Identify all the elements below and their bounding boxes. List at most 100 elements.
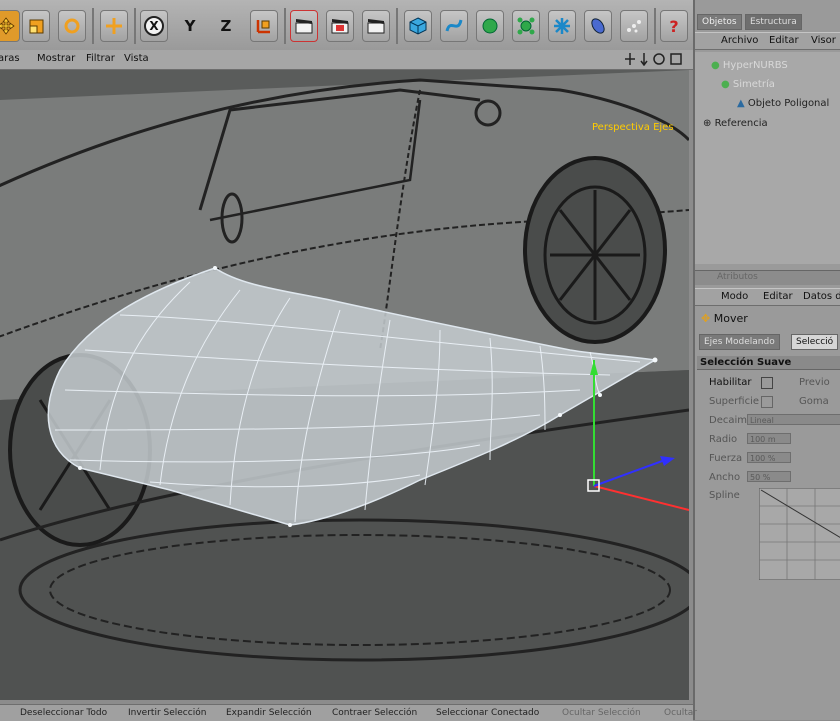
radius-input[interactable]: 100 m <box>747 433 791 444</box>
enable-checkbox[interactable] <box>761 377 773 389</box>
tree-item-reference[interactable]: ⊕ Referencia <box>703 118 768 129</box>
render-settings-button[interactable] <box>362 10 390 42</box>
rubber-label: Goma <box>799 396 829 407</box>
menu-attr-edit[interactable]: Editar <box>763 291 793 302</box>
soft-selection-section-title: Selección Suave <box>697 356 840 370</box>
cmd-deselect-all[interactable]: Deseleccionar Todo <box>20 708 107 718</box>
radius-label: Radio <box>709 434 738 445</box>
surface-checkbox[interactable] <box>761 396 773 408</box>
toolbar-separator <box>654 8 656 44</box>
attributes-menu-bar: Modo Editar Datos d <box>695 288 840 306</box>
move-tool-button[interactable] <box>0 10 20 42</box>
width-input[interactable]: 50 % <box>747 471 791 482</box>
cube-icon <box>409 17 427 35</box>
main-toolbar: X Y Z ? <box>0 0 693 51</box>
clapper-settings-icon <box>367 19 385 34</box>
menu-file[interactable]: Archivo <box>721 35 758 46</box>
toolbar-separator <box>134 8 136 44</box>
width-label: Ancho <box>709 472 741 483</box>
scene-object-button[interactable] <box>584 10 612 42</box>
tab-objects[interactable]: Objetos <box>697 14 742 30</box>
viewport-canvas[interactable]: Perspectiva Ejes <box>0 70 689 700</box>
nurbs-button[interactable] <box>476 10 504 42</box>
symmetry-icon: ● <box>721 79 733 90</box>
cmd-hide[interactable]: Ocultar <box>664 708 697 718</box>
axis-icon <box>256 20 270 34</box>
render-view-button[interactable] <box>290 10 318 42</box>
menu-user-data[interactable]: Datos d <box>803 291 840 302</box>
cube-primitive-button[interactable] <box>404 10 432 42</box>
viewport-nav-icons[interactable] <box>624 52 690 66</box>
render-region-button[interactable] <box>326 10 354 42</box>
live-select-button[interactable] <box>100 10 128 42</box>
cmd-grow-selection[interactable]: Expandir Selección <box>226 708 312 718</box>
spline-icon <box>445 19 463 32</box>
move-tool-icon: ✥ <box>701 312 714 325</box>
move-icon <box>0 17 15 35</box>
attributes-title: Atributos <box>717 272 758 282</box>
array-icon <box>517 17 535 35</box>
x-axis-icon: X <box>144 16 164 36</box>
x-axis-button[interactable]: X <box>140 10 168 42</box>
deformer-button[interactable] <box>548 10 576 42</box>
strength-label: Fuerza <box>709 453 743 464</box>
crosshair-icon <box>106 18 122 34</box>
viewport-menu-bar: aras Mostrar Filtrar Vista <box>0 50 693 70</box>
cmd-invert-selection[interactable]: Invertir Selección <box>128 708 206 718</box>
menu-view[interactable]: Visor <box>811 35 836 46</box>
command-status-bar: Deseleccionar Todo Invertir Selección Ex… <box>0 704 697 721</box>
tree-item-hypernurbs[interactable]: ● HyperNURBS <box>711 60 788 71</box>
surface-label: Superficie <box>709 396 760 407</box>
viewport-menu-filter[interactable]: Filtrar <box>86 53 115 64</box>
scale-icon <box>29 19 44 34</box>
nurbs-icon <box>482 18 498 34</box>
menu-edit[interactable]: Editar <box>769 35 799 46</box>
viewport-menu-display[interactable]: Mostrar <box>37 53 75 64</box>
objects-menu-bar: Archivo Editar Visor <box>695 32 840 50</box>
particles-button[interactable] <box>620 10 648 42</box>
cmd-hide-selection[interactable]: Ocultar Selección <box>562 708 641 718</box>
coordinate-system-button[interactable] <box>250 10 278 42</box>
help-button[interactable]: ? <box>660 10 688 42</box>
rotate-icon <box>64 18 80 34</box>
objects-tab-row: Objetos Estructura <box>695 12 840 30</box>
camera-label: Perspectiva Ejes <box>592 122 674 133</box>
z-axis-button[interactable]: Z <box>212 10 240 42</box>
viewport-menu-cameras[interactable]: aras <box>0 53 20 64</box>
clapper-icon <box>295 19 313 34</box>
clapper-region-icon <box>331 19 349 34</box>
perspective-viewport[interactable]: Perspectiva Ejes <box>0 70 689 700</box>
modeling-button[interactable] <box>512 10 540 42</box>
deformer-icon <box>554 18 570 34</box>
tree-item-polygon-object[interactable]: ▲ Objeto Poligonal <box>737 98 829 109</box>
tab-structure[interactable]: Estructura <box>745 14 802 30</box>
capsule-icon <box>591 18 605 34</box>
toolbar-separator <box>92 8 94 44</box>
tab-modeling-axis[interactable]: Ejes Modelando <box>699 334 780 350</box>
spline-button[interactable] <box>440 10 468 42</box>
viewport-menu-view[interactable]: Vista <box>124 53 149 64</box>
tab-soft-selection[interactable]: Selecció <box>791 334 839 350</box>
toolbar-separator <box>284 8 286 44</box>
attributes-header: Atributos <box>695 270 840 285</box>
null-object-icon: ⊕ <box>703 118 715 129</box>
scale-tool-button[interactable] <box>22 10 50 42</box>
spline-label: Spline <box>709 490 740 501</box>
tree-item-symmetry[interactable]: ● Simetría <box>721 79 775 90</box>
y-axis-button[interactable]: Y <box>176 10 204 42</box>
rotate-tool-button[interactable] <box>58 10 86 42</box>
falloff-spline-graph[interactable] <box>759 488 840 580</box>
right-panels: Objetos Estructura Archivo Editar Visor … <box>693 0 840 720</box>
preview-label: Previo <box>799 377 830 388</box>
object-tree: ● HyperNURBS ● Simetría ▲ Objeto Poligon… <box>695 52 840 264</box>
toolbar-separator <box>396 8 398 44</box>
tool-title: ✥ Mover <box>701 312 748 325</box>
hypernurbs-icon: ● <box>711 60 723 71</box>
menu-mode[interactable]: Modo <box>721 291 748 302</box>
falloff-dropdown[interactable]: Lineal <box>747 414 840 425</box>
strength-input[interactable]: 100 % <box>747 452 791 463</box>
particles-icon <box>627 20 641 33</box>
cmd-shrink-selection[interactable]: Contraer Selección <box>332 708 417 718</box>
cmd-select-connected[interactable]: Seleccionar Conectado <box>436 708 539 718</box>
attributes-tab-row: Ejes Modelando Selecció <box>695 332 840 350</box>
